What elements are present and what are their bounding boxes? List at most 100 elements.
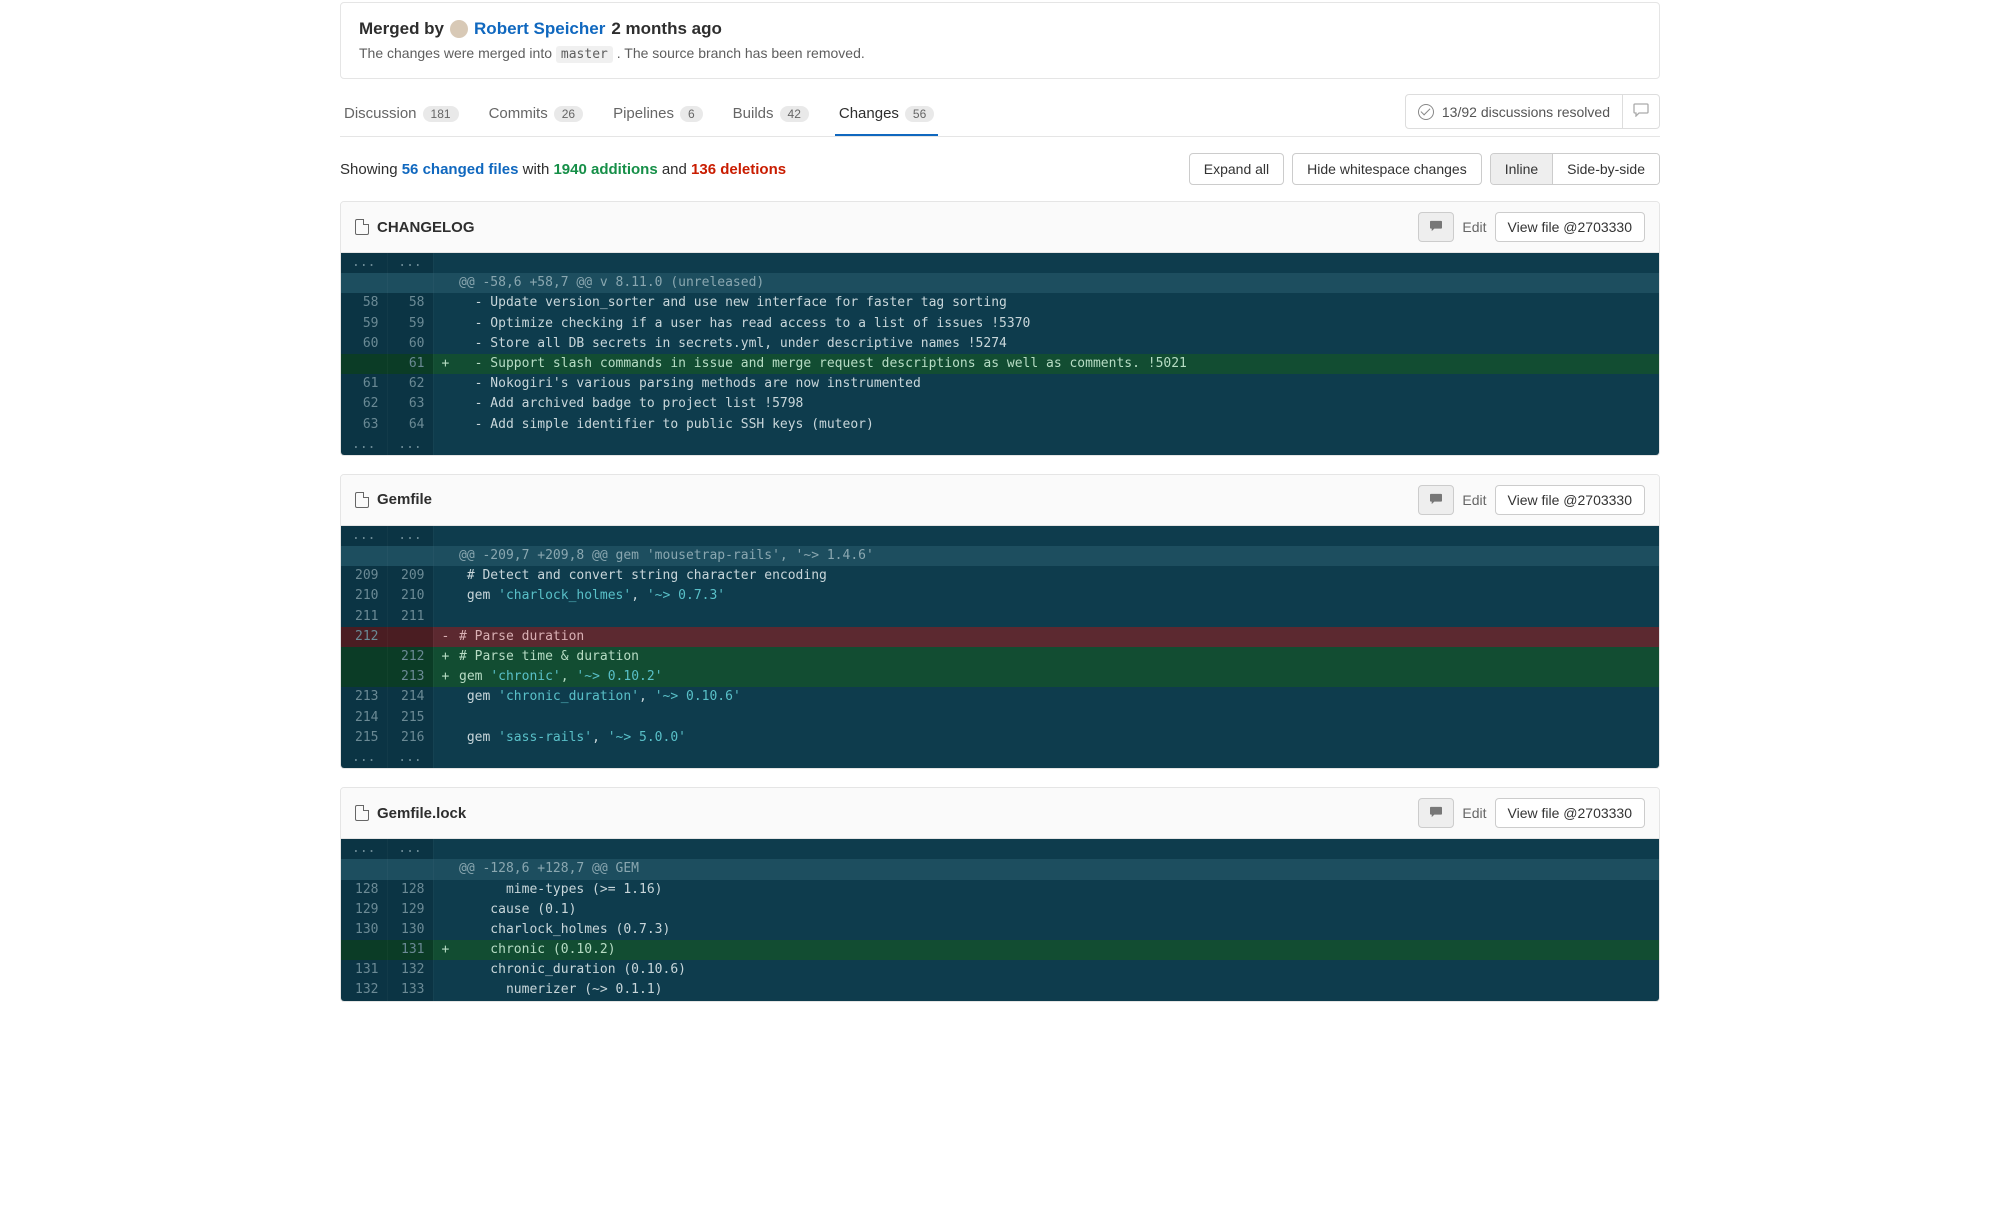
diff-line: 131132 chronic_duration (0.10.6) — [341, 960, 1659, 980]
summary-adds: 1940 additions — [553, 161, 657, 178]
tab-label: Commits — [489, 105, 548, 122]
file-actions: Edit View file @2703330 — [1418, 212, 1645, 242]
summary-dels: 136 deletions — [691, 161, 786, 178]
diff-line: 128128 mime-types (>= 1.16) — [341, 880, 1659, 900]
line-code — [451, 607, 1659, 627]
diff-line: 5959 - Optimize checking if a user has r… — [341, 314, 1659, 334]
comment-button[interactable] — [1418, 212, 1454, 242]
file-name[interactable]: Gemfile — [355, 491, 432, 508]
diff-line: 215216 gem 'sass-rails', '~> 5.0.0' — [341, 728, 1659, 748]
line-old: 209 — [341, 566, 387, 586]
diff-line: 131+ chronic (0.10.2) — [341, 940, 1659, 960]
line-old[interactable]: ... — [341, 526, 387, 546]
comment-button[interactable] — [1418, 798, 1454, 828]
view-file-button[interactable]: View file @2703330 — [1495, 212, 1645, 242]
line-new: 129 — [387, 900, 433, 920]
file-block: CHANGELOGEditView file @2703330......@@ … — [340, 201, 1660, 456]
line-old: 62 — [341, 394, 387, 414]
merged-title: Merged by Robert Speicher 2 months ago — [359, 19, 1641, 39]
tab-builds[interactable]: Builds 42 — [729, 93, 813, 136]
line-new[interactable]: ... — [387, 748, 433, 768]
tab-discussion[interactable]: Discussion 181 — [340, 93, 463, 136]
line-code: @@ -209,7 +209,8 @@ gem 'mousetrap-rails… — [451, 546, 1659, 566]
file-header: Gemfile.lock Edit View file @2703330 — [341, 788, 1659, 839]
tab-changes[interactable]: Changes 56 — [835, 93, 938, 136]
line-old[interactable]: ... — [341, 435, 387, 455]
file-name[interactable]: Gemfile.lock — [355, 805, 466, 822]
diff-line: 6060 - Store all DB secrets in secrets.y… — [341, 334, 1659, 354]
line-new: 214 — [387, 687, 433, 707]
diff-line: ...... — [341, 748, 1659, 768]
diff-line: ...... — [341, 435, 1659, 455]
line-old[interactable]: ... — [341, 253, 387, 273]
author-link[interactable]: Robert Speicher — [474, 19, 605, 39]
line-code: - Optimize checking if a user has read a… — [451, 314, 1659, 334]
line-sign — [433, 415, 451, 435]
line-old — [341, 859, 387, 879]
line-new — [387, 546, 433, 566]
line-code: # Detect and convert string character en… — [451, 566, 1659, 586]
line-sign — [433, 900, 451, 920]
line-new: 131 — [387, 940, 433, 960]
tab-pipelines[interactable]: Pipelines 6 — [609, 93, 707, 136]
line-old[interactable]: ... — [341, 839, 387, 859]
file-name-text: CHANGELOG — [377, 219, 475, 236]
file-header: CHANGELOG Edit View file @2703330 — [341, 202, 1659, 253]
comment-icon — [1633, 103, 1649, 117]
tab-commits[interactable]: Commits 26 — [485, 93, 588, 136]
line-code: @@ -128,6 +128,7 @@ GEM — [451, 859, 1659, 879]
merged-sub-before: The changes were merged into — [359, 45, 556, 61]
file-header: Gemfile Edit View file @2703330 — [341, 475, 1659, 526]
edit-button[interactable]: Edit — [1462, 805, 1486, 821]
summary-files[interactable]: 56 changed files — [402, 161, 519, 178]
line-new: 209 — [387, 566, 433, 586]
line-new — [387, 273, 433, 293]
line-new[interactable]: ... — [387, 526, 433, 546]
line-code: - Support slash commands in issue and me… — [451, 354, 1659, 374]
line-sign — [433, 394, 451, 414]
line-old: 212 — [341, 627, 387, 647]
file-name[interactable]: CHANGELOG — [355, 219, 475, 236]
line-sign: - — [433, 627, 451, 647]
diff-line: ...... — [341, 839, 1659, 859]
line-new: 132 — [387, 960, 433, 980]
summary-with: with — [518, 161, 553, 178]
line-new: 60 — [387, 334, 433, 354]
line-new[interactable]: ... — [387, 435, 433, 455]
diff-line: 130130 charlock_holmes (0.7.3) — [341, 920, 1659, 940]
line-new[interactable]: ... — [387, 253, 433, 273]
line-new: 216 — [387, 728, 433, 748]
line-old — [341, 647, 387, 667]
tab-badge: 6 — [680, 106, 703, 122]
edit-button[interactable]: Edit — [1462, 492, 1486, 508]
file-icon — [355, 805, 369, 821]
summary-text: Showing 56 changed files with 1940 addit… — [340, 161, 786, 178]
view-file-button[interactable]: View file @2703330 — [1495, 485, 1645, 515]
line-old[interactable]: ... — [341, 748, 387, 768]
line-old: 59 — [341, 314, 387, 334]
line-sign: + — [433, 667, 451, 687]
file-block: Gemfile.lock Edit View file @2703330......… — [340, 787, 1660, 1002]
resolved-comment-button[interactable] — [1622, 95, 1659, 128]
side-by-side-button[interactable]: Side-by-side — [1552, 154, 1659, 184]
expand-all-button[interactable]: Expand all — [1189, 153, 1284, 185]
line-old: 210 — [341, 586, 387, 606]
line-sign — [433, 708, 451, 728]
comment-button[interactable] — [1418, 485, 1454, 515]
hide-whitespace-button[interactable]: Hide whitespace changes — [1292, 153, 1482, 185]
diff-line: @@ -58,6 +58,7 @@ v 8.11.0 (unreleased) — [341, 273, 1659, 293]
diff-line: 6162 - Nokogiri's various parsing method… — [341, 374, 1659, 394]
tab-badge: 181 — [423, 106, 459, 122]
line-sign — [433, 839, 451, 859]
line-new: 211 — [387, 607, 433, 627]
diff-line: 213+gem 'chronic', '~> 0.10.2' — [341, 667, 1659, 687]
inline-button[interactable]: Inline — [1491, 154, 1552, 184]
line-sign — [433, 728, 451, 748]
view-file-button[interactable]: View file @2703330 — [1495, 798, 1645, 828]
diff-line: 214215 — [341, 708, 1659, 728]
diff-line: @@ -128,6 +128,7 @@ GEM — [341, 859, 1659, 879]
edit-button[interactable]: Edit — [1462, 219, 1486, 235]
merged-prefix: Merged by — [359, 19, 444, 39]
diff-line: ...... — [341, 253, 1659, 273]
line-new[interactable]: ... — [387, 839, 433, 859]
